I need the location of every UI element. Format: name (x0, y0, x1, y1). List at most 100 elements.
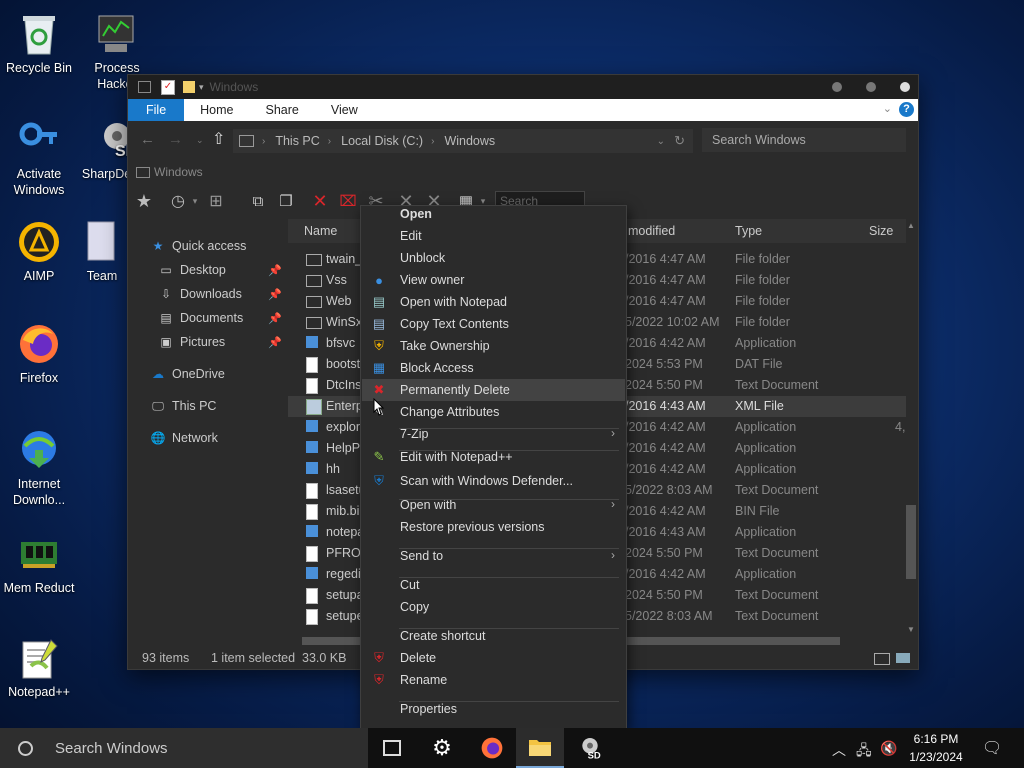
shield-red-icon: ⛨ (374, 650, 384, 665)
nav-desktop[interactable]: ▭ Desktop 📌 (158, 259, 288, 281)
desktop-icon-idm[interactable]: Internet Downlo... (0, 428, 79, 508)
tab-home[interactable]: Home (184, 99, 249, 121)
nav-pictures[interactable]: ▣ Pictures 📌 (158, 331, 288, 353)
nav-documents[interactable]: ▤ Documents 📌 (158, 307, 288, 329)
forward-arrow-icon[interactable]: → (168, 131, 183, 148)
nav-this-pc[interactable]: 🖵 This PC (150, 395, 310, 417)
desktop-icon-team[interactable]: Team (77, 220, 127, 284)
menu-item-unblock[interactable]: Unblock (362, 247, 625, 269)
tab-file[interactable]: File (128, 99, 185, 121)
menu-item-change-attributes[interactable]: ✎Change Attributes (362, 401, 625, 423)
scroll-down-icon[interactable]: ▼ (907, 625, 915, 634)
breadcrumb-windows[interactable]: Windows (444, 134, 495, 148)
menu-item-permanently-delete[interactable]: ✖ Permanently Delete (362, 379, 625, 401)
menu-item-open-with-notepad[interactable]: ▤ Open with Notepad (362, 291, 625, 313)
desktop-icon-mem-reduct[interactable]: Mem Reduct (0, 532, 79, 596)
breadcrumb-separator-icon: › (327, 135, 332, 147)
column-type[interactable]: Type (735, 224, 762, 238)
menu-item-open-with[interactable]: Open with › (362, 494, 625, 516)
menu-item-label: View owner (400, 273, 465, 287)
nav-onedrive[interactable]: ☁ OneDrive (150, 363, 310, 385)
taskbar-firefox[interactable] (468, 728, 516, 768)
breadcrumb-local-disk[interactable]: Local Disk (C:) (341, 134, 423, 148)
menu-item-delete[interactable]: ⛨ Delete (362, 647, 625, 669)
scrollbar-thumb[interactable] (906, 505, 916, 579)
minimize-button[interactable] (832, 82, 842, 92)
taskbar-clock[interactable]: 6:16 PM 1/23/2024 (896, 730, 976, 766)
menu-item-copy-text-contents[interactable]: ▤ Copy Text Contents (362, 313, 625, 335)
favorite-star-icon[interactable]: ★ (132, 189, 156, 213)
menu-item-view-owner[interactable]: ● View owner (362, 269, 625, 291)
network-tray-icon[interactable]: 🖧 (856, 740, 872, 764)
file-name: bfsvc (326, 336, 356, 350)
file-type: File folder (735, 273, 790, 287)
maximize-button[interactable] (866, 82, 876, 92)
file-name: HelpP (326, 441, 361, 455)
quick-access-dropdown-icon[interactable]: ▾ (199, 82, 204, 93)
nav-quick-access[interactable]: ★ Quick access (150, 235, 310, 257)
menu-item-label: Change Attributes (400, 405, 500, 419)
menu-item-restore-previous-versions[interactable]: Restore previous versions (362, 516, 625, 538)
volume-muted-icon[interactable]: 🔇 (880, 740, 897, 757)
show-hidden-icons-chevron-icon[interactable]: ︿ (832, 740, 846, 760)
menu-item-7-zip[interactable]: 7-Zip › (362, 423, 625, 445)
address-bar[interactable]: › This PC › Local Disk (C:) › Windows ⌄ … (232, 128, 694, 154)
close-button[interactable] (900, 82, 910, 92)
recent-locations-chevron-icon[interactable]: ⌄ (196, 135, 204, 146)
menu-item-block-access[interactable]: ▦ Block Access (362, 357, 625, 379)
file-type: Application (735, 420, 797, 434)
up-arrow-icon[interactable]: ⇧ (212, 129, 225, 149)
block-icon: ▦ (372, 360, 386, 375)
menu-item-take-ownership[interactable]: ⛨ Take Ownership (362, 335, 625, 357)
taskbar-settings[interactable]: ⚙ (418, 728, 466, 768)
copy-to-icon[interactable]: ⧉ (246, 189, 270, 213)
move-to-icon[interactable]: ❐ (274, 189, 298, 213)
taskbar-sharpdevelop[interactable]: SD (566, 728, 614, 768)
column-size[interactable]: Size (869, 224, 893, 238)
address-dropdown-icon[interactable]: ⌄ (657, 136, 665, 147)
vertical-scrollbar[interactable]: ▲ ▼ (906, 219, 916, 639)
delete-x-icon[interactable]: ✕ (308, 189, 332, 213)
scroll-up-icon[interactable]: ▲ (907, 221, 915, 230)
refresh-icon[interactable]: ↻ (674, 133, 685, 149)
back-arrow-icon[interactable]: ← (140, 131, 155, 148)
large-icons-view-icon[interactable] (896, 653, 910, 663)
help-icon[interactable]: ? (899, 102, 914, 117)
history-clock-icon[interactable]: ◷ (166, 189, 190, 213)
taskbar-search-box[interactable]: Search Windows (0, 728, 368, 768)
menu-item-label: Edit with Notepad++ (400, 450, 513, 464)
breadcrumb-this-pc[interactable]: This PC (275, 134, 319, 148)
menu-item-edit[interactable]: Edit (362, 225, 625, 247)
column-name[interactable]: Name (304, 224, 337, 238)
breadcrumb-separator-icon: › (431, 135, 435, 147)
menu-item-open[interactable]: Open (362, 203, 625, 225)
delete-file-icon[interactable]: ⌧ (336, 189, 360, 213)
team-icon (80, 220, 124, 264)
menu-item-rename[interactable]: ⛨ Rename (362, 669, 625, 691)
desktop-icon-activate-windows[interactable]: Activate Windows (0, 118, 79, 198)
history-dropdown-icon[interactable]: ▾ (190, 189, 200, 213)
tab-share[interactable]: Share (250, 99, 315, 121)
menu-item-copy[interactable]: Copy (362, 596, 625, 618)
new-folder-quick-icon[interactable] (183, 81, 195, 93)
details-view-icon[interactable] (874, 653, 890, 665)
desktop-icon-aimp[interactable]: AIMP (0, 220, 79, 284)
notification-icon[interactable]: 🗨 (982, 738, 1002, 758)
ribbon-collapse-icon[interactable]: ⌄ (883, 102, 892, 115)
desktop-icon-recycle-bin[interactable]: Recycle Bin (0, 12, 79, 76)
task-view-button[interactable] (368, 728, 416, 768)
column-date-modified[interactable]: modified (628, 224, 675, 238)
nav-downloads[interactable]: ⇩ Downloads 📌 (158, 283, 288, 305)
tab-view[interactable]: View (315, 99, 374, 121)
application-icon (306, 441, 318, 453)
taskbar-file-explorer[interactable] (516, 728, 564, 768)
desktop-icon-notepadpp[interactable]: Notepad++ (0, 636, 79, 700)
menu-item-scan-with-windows-defender[interactable]: ⛨ Scan with Windows Defender... (362, 470, 625, 492)
window-titlebar[interactable]: ✓ ▾ Windows (128, 75, 918, 99)
nav-network[interactable]: 🌐 Network (150, 427, 310, 449)
desktop-icon-firefox[interactable]: Firefox (0, 322, 79, 386)
properties-quick-icon[interactable]: ✓ (161, 79, 175, 95)
search-input[interactable]: Search Windows (702, 128, 906, 152)
windows-logo-icon[interactable]: ⊞ (204, 189, 228, 213)
application-icon (306, 525, 318, 537)
